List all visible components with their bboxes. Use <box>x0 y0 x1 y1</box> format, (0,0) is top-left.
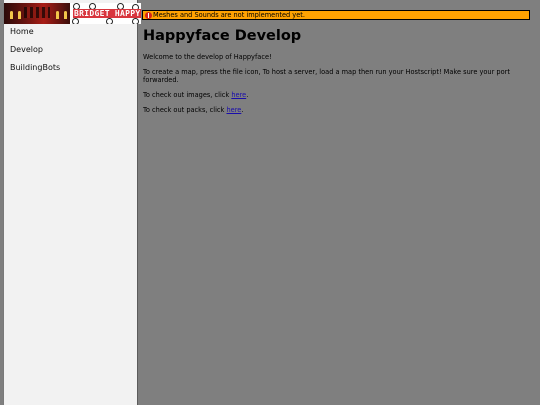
sidebar-item-home[interactable]: Home <box>4 24 137 39</box>
packs-paragraph: To check out packs, click here. <box>143 106 533 114</box>
sidebar-nav: Home Develop BuildingBots <box>4 24 137 78</box>
images-prefix: To check out images, click <box>143 91 232 99</box>
page-title: Happyface Develop <box>143 28 302 44</box>
site-banner[interactable]: BRIDGET HAPPY NEW <box>4 3 141 24</box>
images-link[interactable]: here <box>231 91 246 99</box>
packs-suffix: . <box>241 106 244 114</box>
notice-banner: Meshes and Sounds are not implemented ye… <box>142 10 530 20</box>
warning-icon <box>145 11 152 19</box>
banner-logo: BRIDGET HAPPY NEW <box>70 3 141 24</box>
packs-link[interactable]: here <box>226 106 241 114</box>
packs-prefix: To check out packs, click <box>143 106 227 114</box>
sidebar-item-develop[interactable]: Develop <box>4 42 137 57</box>
banner-artwork <box>4 3 70 24</box>
banner-logo-text: BRIDGET HAPPY NEW <box>73 9 141 18</box>
welcome-text: Welcome to the develop of Happyface! <box>143 53 272 61</box>
notice-text: Meshes and Sounds are not implemented ye… <box>153 11 305 19</box>
instructions-text: To create a map, press the file icon, To… <box>143 68 510 84</box>
images-suffix: . <box>246 91 249 99</box>
images-paragraph: To check out images, click here. <box>143 91 533 99</box>
main-content: Happyface Develop Welcome to the develop… <box>143 28 533 121</box>
sidebar: BRIDGET HAPPY NEW Home Develop BuildingB… <box>3 0 141 405</box>
sidebar-item-buildingbots[interactable]: BuildingBots <box>4 60 137 75</box>
